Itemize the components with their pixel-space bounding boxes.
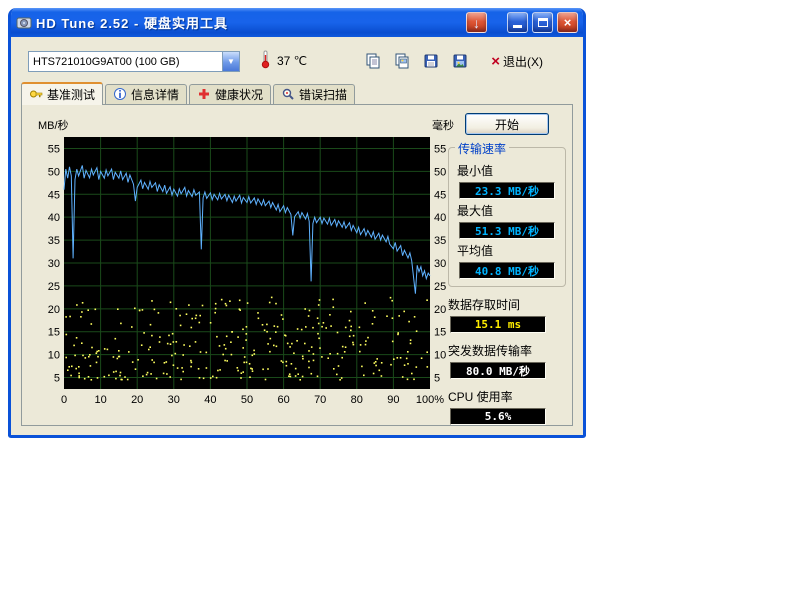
benchmark-chart-svg: 5510101515202025253030353540404545505055… xyxy=(24,115,458,415)
svg-text:10: 10 xyxy=(48,350,60,362)
drive-select[interactable]: HTS721010G9AT00 (100 GB) ▼ xyxy=(28,51,240,72)
min-label: 最小值 xyxy=(457,162,557,179)
avg-label: 平均值 xyxy=(457,242,557,259)
burst-rate-value-box: 80.0 MB/秒 xyxy=(450,362,546,379)
svg-text:80: 80 xyxy=(351,394,363,406)
svg-text:35: 35 xyxy=(434,235,446,247)
update-button[interactable]: ↓ xyxy=(466,12,487,33)
close-button[interactable]: × xyxy=(557,12,578,33)
results-panel: 开始 传输速率 最小值 23.3 MB/秒 最大值 51.3 MB/秒 平均值 … xyxy=(448,109,566,428)
svg-text:25: 25 xyxy=(434,281,446,293)
svg-text:5: 5 xyxy=(434,373,440,385)
svg-text:10: 10 xyxy=(94,394,106,406)
svg-text:5: 5 xyxy=(54,373,60,385)
svg-text:50: 50 xyxy=(241,394,253,406)
access-time-label: 数据存取时间 xyxy=(448,296,566,313)
access-time-stat: 数据存取时间 15.1 ms xyxy=(448,296,566,333)
svg-text:100%: 100% xyxy=(416,394,444,406)
scan-icon xyxy=(281,87,295,101)
cpu-usage-value: 5.6% xyxy=(485,410,512,423)
save-text-icon[interactable] xyxy=(419,51,442,72)
transfer-rate-group-title: 传输速率 xyxy=(455,140,509,157)
svg-text:40: 40 xyxy=(204,394,216,406)
exit-label: 退出(X) xyxy=(503,53,543,70)
svg-text:60: 60 xyxy=(277,394,289,406)
svg-text:40: 40 xyxy=(434,212,446,224)
copy-image-icon[interactable] xyxy=(390,51,413,72)
hdtune-window: HD Tune 2.52 - 硬盘实用工具 ↓ × HTS721010G9AT0… xyxy=(8,8,586,438)
tab-health[interactable]: 健康状况 xyxy=(189,84,271,104)
tab-info[interactable]: 信息详情 xyxy=(105,84,187,104)
benchmark-chart: 5510101515202025253030353540404545505055… xyxy=(24,115,458,420)
max-label: 最大值 xyxy=(457,202,557,219)
app-icon xyxy=(16,15,32,31)
svg-text:30: 30 xyxy=(48,258,60,270)
info-icon xyxy=(113,87,127,101)
min-value-box: 23.3 MB/秒 xyxy=(459,182,555,199)
access-time-value: 15.1 ms xyxy=(475,318,521,331)
svg-text:55: 55 xyxy=(48,143,60,155)
svg-text:70: 70 xyxy=(314,394,326,406)
svg-text:20: 20 xyxy=(131,394,143,406)
toolbar: HTS721010G9AT00 (100 GB) ▼ 37 ℃ × xyxy=(28,50,573,72)
tab-benchmark-label: 基准测试 xyxy=(47,86,95,103)
avg-value-box: 40.8 MB/秒 xyxy=(459,262,555,279)
drive-select-value: HTS721010G9AT00 (100 GB) xyxy=(29,52,222,71)
svg-text:15: 15 xyxy=(434,327,446,339)
minimize-button[interactable] xyxy=(507,12,528,33)
start-button[interactable]: 开始 xyxy=(465,113,549,135)
svg-text:20: 20 xyxy=(434,304,446,316)
svg-text:45: 45 xyxy=(434,189,446,201)
avg-value: 40.8 MB/秒 xyxy=(475,263,539,279)
window-title: HD Tune 2.52 - 硬盘实用工具 xyxy=(36,13,462,32)
tab-health-label: 健康状况 xyxy=(215,86,263,103)
maximize-icon xyxy=(538,18,548,27)
transfer-rate-group: 传输速率 最小值 23.3 MB/秒 最大值 51.3 MB/秒 平均值 40.… xyxy=(448,147,566,287)
svg-text:15: 15 xyxy=(48,327,60,339)
exit-x-icon: × xyxy=(491,54,500,69)
tab-error-scan[interactable]: 错误扫描 xyxy=(273,84,355,104)
burst-rate-value: 80.0 MB/秒 xyxy=(466,363,530,379)
tab-info-label: 信息详情 xyxy=(131,86,179,103)
minimize-icon xyxy=(513,25,522,28)
svg-text:30: 30 xyxy=(168,394,180,406)
svg-text:40: 40 xyxy=(48,212,60,224)
tab-benchmark[interactable]: 基准测试 xyxy=(21,82,103,105)
svg-text:10: 10 xyxy=(434,350,446,362)
svg-text:55: 55 xyxy=(434,143,446,155)
svg-text:50: 50 xyxy=(434,166,446,178)
benchmark-icon xyxy=(29,87,43,101)
svg-text:MB/秒: MB/秒 xyxy=(38,118,69,132)
maximize-button[interactable] xyxy=(532,12,553,33)
access-time-value-box: 15.1 ms xyxy=(450,316,546,333)
svg-text:35: 35 xyxy=(48,235,60,247)
cpu-usage-stat: CPU 使用率 5.6% xyxy=(448,388,566,425)
titlebar[interactable]: HD Tune 2.52 - 硬盘实用工具 ↓ × xyxy=(11,8,583,37)
chevron-down-icon[interactable]: ▼ xyxy=(222,52,239,71)
temperature-value: 37 ℃ xyxy=(277,54,307,68)
svg-text:30: 30 xyxy=(434,258,446,270)
svg-text:50: 50 xyxy=(48,166,60,178)
svg-text:20: 20 xyxy=(48,304,60,316)
svg-text:25: 25 xyxy=(48,281,60,293)
cpu-usage-label: CPU 使用率 xyxy=(448,388,566,405)
tab-error-scan-label: 错误扫描 xyxy=(299,86,347,103)
burst-rate-stat: 突发数据传输率 80.0 MB/秒 xyxy=(448,342,566,379)
burst-rate-label: 突发数据传输率 xyxy=(448,342,566,359)
svg-text:0: 0 xyxy=(61,394,67,406)
svg-text:90: 90 xyxy=(387,394,399,406)
copy-text-icon[interactable] xyxy=(361,51,384,72)
min-value: 23.3 MB/秒 xyxy=(475,183,539,199)
tabstrip: 基准测试 信息详情 健康状况 错误扫描 xyxy=(21,82,573,104)
max-value: 51.3 MB/秒 xyxy=(475,223,539,239)
exit-button[interactable]: × 退出(X) xyxy=(491,53,543,70)
desktop: HD Tune 2.52 - 硬盘实用工具 ↓ × HTS721010G9AT0… xyxy=(0,0,800,600)
max-value-box: 51.3 MB/秒 xyxy=(459,222,555,239)
thermometer-icon xyxy=(260,49,271,74)
benchmark-pane: 5510101515202025253030353540404545505055… xyxy=(21,104,573,426)
save-image-icon[interactable] xyxy=(448,51,471,72)
cpu-usage-value-box: 5.6% xyxy=(450,408,546,425)
svg-text:45: 45 xyxy=(48,189,60,201)
health-icon xyxy=(197,87,211,101)
